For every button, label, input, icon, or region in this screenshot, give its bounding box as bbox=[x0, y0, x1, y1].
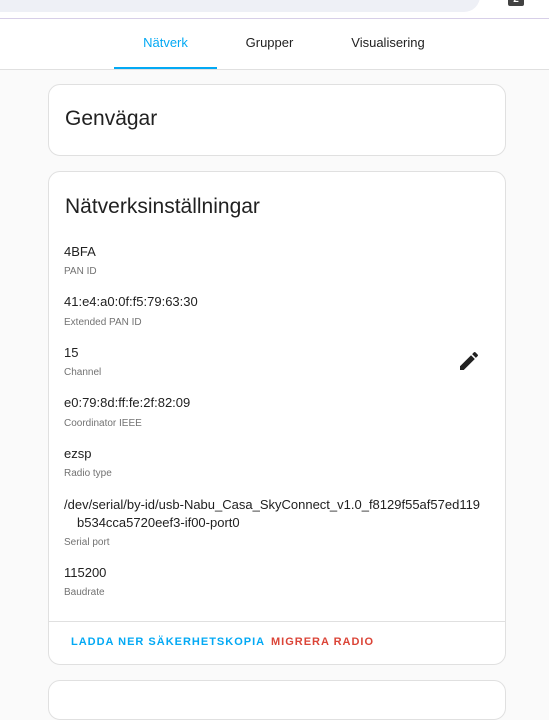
coordinator-ieee-value: e0:79:8d:ff:fe:2f:82:09 bbox=[64, 395, 191, 410]
pan-id-value: 4BFA bbox=[64, 244, 96, 259]
tab-label: Grupper bbox=[245, 35, 294, 50]
tab-natverk[interactable]: Nätverk bbox=[114, 19, 217, 69]
channel-label: Channel bbox=[64, 367, 102, 378]
radio-type-value: ezsp bbox=[64, 446, 92, 461]
pencil-icon bbox=[460, 351, 479, 370]
tab-label: Visualisering bbox=[351, 35, 425, 50]
card-title: Genvägar bbox=[65, 107, 158, 130]
search-bar[interactable] bbox=[0, 0, 480, 12]
radio-type-label: Radio type bbox=[64, 468, 112, 479]
tab-visualisering[interactable]: Visualisering bbox=[338, 19, 438, 69]
tab-label: Nätverk bbox=[143, 35, 188, 50]
baudrate-label: Baudrate bbox=[64, 587, 105, 598]
baudrate-value: 115200 bbox=[64, 565, 107, 580]
coordinator-ieee-label: Coordinator IEEE bbox=[64, 418, 142, 429]
card-title: Nätverksinställningar bbox=[65, 195, 260, 218]
network-settings-card: Nätverksinställningar 4BFA PAN ID 41:e4:… bbox=[48, 171, 506, 665]
download-backup-button[interactable]: LADDA NER SÄKERHETSKOPIA bbox=[71, 636, 265, 648]
serial-port-label: Serial port bbox=[64, 537, 110, 548]
extended-pan-id-value: 41:e4:a0:0f:f5:79:63:30 bbox=[64, 294, 198, 309]
card-actions-divider bbox=[49, 621, 505, 622]
edit-channel-button[interactable] bbox=[457, 349, 481, 373]
notification-badge[interactable]: 2 bbox=[508, 0, 524, 6]
serial-port-value-line2: b534cca5720eef3-if00-port0 bbox=[77, 515, 240, 530]
pan-id-label: PAN ID bbox=[64, 266, 97, 277]
tab-grupper[interactable]: Grupper bbox=[232, 19, 307, 69]
next-card bbox=[48, 680, 506, 720]
channel-value: 15 bbox=[64, 345, 79, 360]
top-app-bar: 2 bbox=[0, 0, 549, 19]
tab-bar: Nätverk Grupper Visualisering bbox=[0, 19, 549, 70]
tab-active-indicator bbox=[114, 67, 217, 69]
serial-port-value-line1: /dev/serial/by-id/usb-Nabu_Casa_SkyConne… bbox=[64, 497, 481, 512]
extended-pan-id-label: Extended PAN ID bbox=[64, 317, 142, 328]
migrate-radio-button[interactable]: MIGRERA RADIO bbox=[271, 636, 374, 648]
shortcuts-card: Genvägar bbox=[48, 84, 506, 156]
